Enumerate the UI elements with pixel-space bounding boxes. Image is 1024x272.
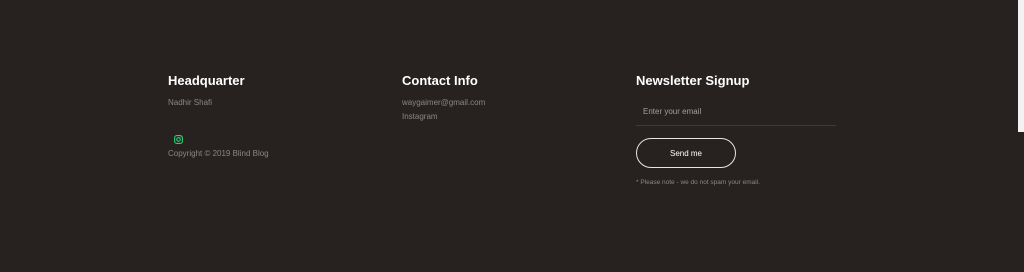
contact-section: Contact Info waygaimer@gmail.com Instagr… xyxy=(402,72,602,124)
headquarter-title: Headquarter xyxy=(168,73,245,88)
headquarter-name: Nadhir Shafi xyxy=(168,98,213,107)
contact-email-link[interactable]: waygaimer@gmail.com xyxy=(402,96,602,110)
newsletter-email-input[interactable] xyxy=(636,103,836,126)
copyright-text: Copyright © 2019 Blind Blog xyxy=(168,149,269,158)
send-me-button[interactable]: Send me xyxy=(636,138,736,168)
newsletter-title: Newsletter Signup xyxy=(636,73,750,88)
contact-instagram-link[interactable]: Instagram xyxy=(402,110,602,124)
scrollbar-track[interactable] xyxy=(1018,0,1024,272)
scrollbar-thumb[interactable] xyxy=(1018,0,1024,132)
headquarter-section: Headquarter Nadhir Shafi Copyright © 201… xyxy=(168,72,368,161)
newsletter-section: Newsletter Signup Send me * Please note … xyxy=(636,72,836,195)
contact-links: waygaimer@gmail.com Instagram xyxy=(402,96,602,124)
instagram-icon[interactable] xyxy=(174,131,183,144)
contact-title: Contact Info xyxy=(402,73,478,88)
spam-note: * Please note - we do not spam your emai… xyxy=(636,179,760,186)
